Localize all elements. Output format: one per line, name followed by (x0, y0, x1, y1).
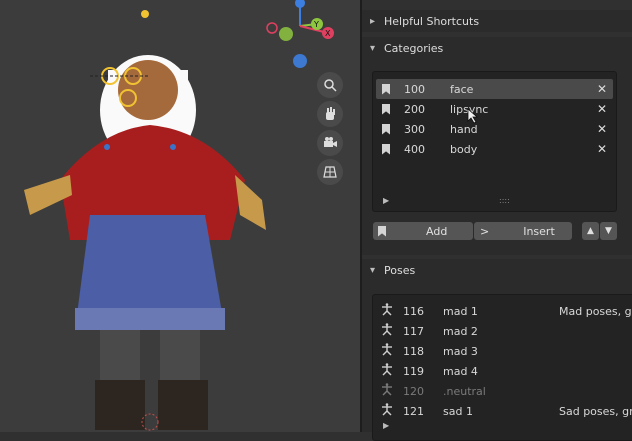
expand-triangle-icon[interactable]: ▶ (383, 421, 389, 430)
categories-list[interactable]: 100 face ✕ 200 lipsync ✕ 300 hand ✕ 400 … (372, 71, 617, 212)
add-label: Add (426, 224, 448, 238)
bookmark-icon (382, 143, 390, 155)
move-down-button[interactable]: ▼ (600, 222, 617, 240)
close-icon[interactable]: ✕ (597, 102, 607, 116)
list-item[interactable]: 200 lipsync ✕ (376, 99, 613, 119)
list-item[interactable]: 121 sad 1 Sad poses, gro (379, 401, 632, 421)
mouse-cursor-icon (467, 108, 479, 124)
list-item[interactable]: 116 mad 1 Mad poses, gro (379, 301, 632, 321)
bookmark-icon (382, 123, 390, 135)
pose-number: 119 (403, 364, 424, 378)
chevron-down-icon: ▾ (370, 42, 376, 54)
grid-perspective-icon[interactable] (317, 159, 343, 185)
pose-name: sad 1 (443, 404, 473, 418)
hand-pan-icon[interactable] (317, 101, 343, 127)
zoom-icon[interactable] (317, 72, 343, 98)
list-item[interactable]: 119 mad 4 (379, 361, 632, 381)
pose-icon (381, 302, 395, 320)
poses-list[interactable]: 116 mad 1 Mad poses, gro 117 mad 2 118 m… (372, 294, 632, 441)
close-icon[interactable]: ✕ (597, 142, 607, 156)
bookmark-icon (378, 225, 386, 237)
categories-panel: ▾ Categories 100 face ✕ 200 lipsync ✕ 30… (362, 37, 632, 255)
3d-viewport[interactable]: Y X (0, 0, 360, 432)
poses-header[interactable]: ▾ Poses (362, 259, 632, 281)
pose-name: .neutral (443, 384, 486, 398)
category-name: hand (450, 122, 478, 136)
camera-icon[interactable] (317, 130, 343, 156)
chevron-right-icon: > (480, 224, 490, 238)
category-name: face (450, 82, 474, 96)
arrow-down-icon: ▼ (605, 226, 612, 236)
resize-grip-icon[interactable]: :::: (499, 196, 510, 205)
svg-text:Y: Y (313, 20, 319, 29)
pose-icon (381, 382, 395, 400)
panel-title: Poses (384, 263, 416, 277)
insert-label: Insert (523, 224, 555, 238)
panel-title: Categories (384, 41, 444, 55)
z-axis-icon (295, 0, 305, 8)
add-button[interactable]: Add (373, 222, 473, 240)
category-number: 300 (404, 122, 425, 136)
chevron-right-icon: ▸ (370, 15, 376, 27)
list-item[interactable]: 120 .neutral (379, 381, 632, 401)
pose-name: mad 1 (443, 304, 478, 318)
category-number: 200 (404, 102, 425, 116)
category-number: 400 (404, 142, 425, 156)
helpful-shortcuts-header[interactable]: ▸ Helpful Shortcuts (362, 10, 632, 32)
pose-number: 121 (403, 404, 424, 418)
pose-number: 116 (403, 304, 424, 318)
pose-icon (381, 322, 395, 340)
move-up-button[interactable]: ▲ (582, 222, 599, 240)
bookmark-icon (382, 103, 390, 115)
navigation-gizmo[interactable]: Y X (262, 0, 342, 72)
close-icon[interactable]: ✕ (597, 122, 607, 136)
pose-icon (381, 342, 395, 360)
pose-icon (381, 362, 395, 380)
svg-text:X: X (325, 29, 331, 38)
pose-name: mad 2 (443, 324, 478, 338)
expand-triangle-icon[interactable]: ▶ (383, 196, 389, 205)
bookmark-icon (382, 83, 390, 95)
pose-name: mad 4 (443, 364, 478, 378)
list-item[interactable]: 118 mad 3 (379, 341, 632, 361)
pose-description: Mad poses, gro (559, 304, 632, 318)
pose-description: Sad poses, gro (559, 404, 632, 418)
arrow-up-icon: ▲ (587, 226, 594, 236)
helpful-shortcuts-panel[interactable]: ▸ Helpful Shortcuts (362, 10, 632, 32)
pose-name: mad 3 (443, 344, 478, 358)
list-item[interactable]: 400 body ✕ (376, 139, 613, 159)
list-item[interactable]: 100 face ✕ (376, 79, 613, 99)
pose-icon (381, 402, 395, 420)
pose-number: 118 (403, 344, 424, 358)
chevron-down-icon: ▾ (370, 264, 376, 276)
panel-title: Helpful Shortcuts (384, 14, 480, 28)
categories-header[interactable]: ▾ Categories (362, 37, 632, 59)
poses-panel: ▾ Poses 116 mad 1 Mad poses, gro 117 mad… (362, 259, 632, 441)
category-number: 100 (404, 82, 425, 96)
pose-number: 117 (403, 324, 424, 338)
list-item[interactable]: 117 mad 2 (379, 321, 632, 341)
close-icon[interactable]: ✕ (597, 82, 607, 96)
category-name: body (450, 142, 478, 156)
insert-button[interactable]: > Insert (474, 222, 572, 240)
list-item[interactable]: 300 hand ✕ (376, 119, 613, 139)
pose-number: 120 (403, 384, 424, 398)
